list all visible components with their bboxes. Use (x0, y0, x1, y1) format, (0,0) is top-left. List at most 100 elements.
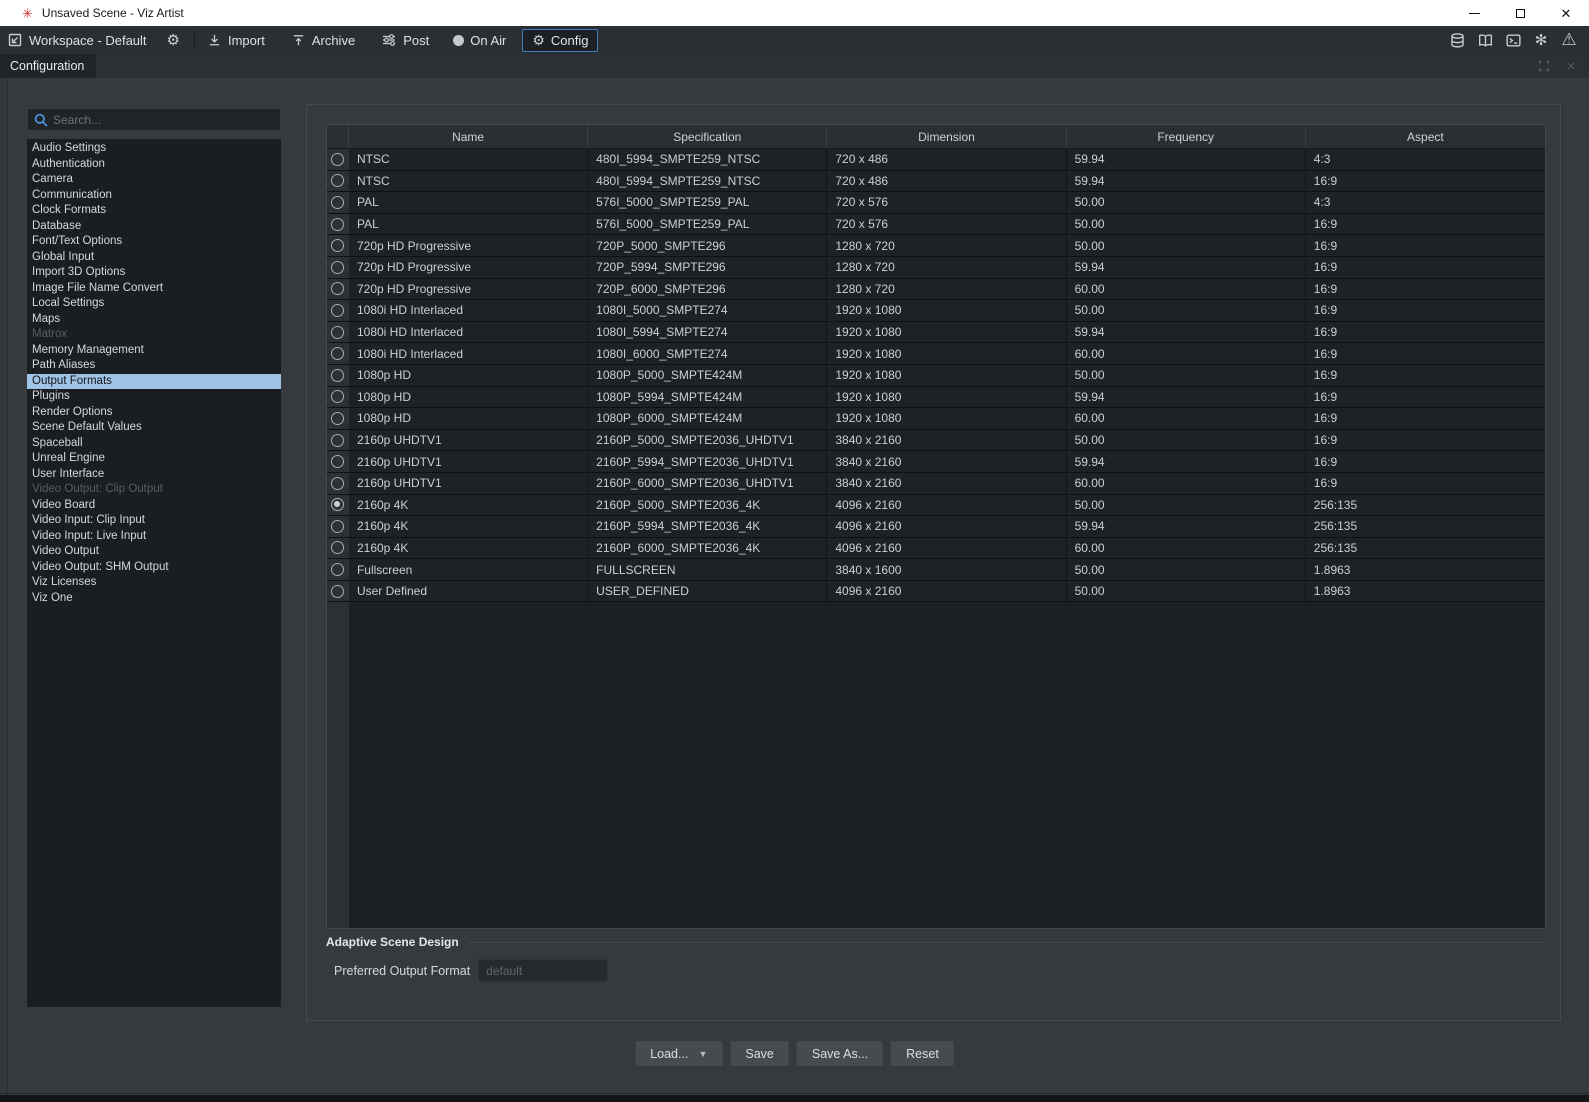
column-header-specification[interactable]: Specification (588, 125, 827, 148)
sidebar-item-path-aliases[interactable]: Path Aliases (27, 358, 281, 374)
table-row[interactable]: PAL576I_5000_SMPTE259_PAL720 x 57650.004… (327, 192, 1545, 214)
sidebar-item-camera[interactable]: Camera (27, 172, 281, 188)
table-row[interactable]: 2160p UHDTV12160P_6000_SMPTE2036_UHDTV13… (327, 473, 1545, 495)
table-row[interactable]: 2160p UHDTV12160P_5000_SMPTE2036_UHDTV13… (327, 430, 1545, 452)
table-row[interactable]: FullscreenFULLSCREEN3840 x 160050.001.89… (327, 559, 1545, 581)
table-row[interactable]: 720p HD Progressive720P_5000_SMPTE296128… (327, 235, 1545, 257)
format-radio[interactable] (331, 585, 344, 598)
column-header-frequency[interactable]: Frequency (1067, 125, 1306, 148)
sidebar-item-memory-management[interactable]: Memory Management (27, 343, 281, 359)
book-icon[interactable] (1475, 30, 1495, 50)
table-row[interactable]: 720p HD Progressive720P_6000_SMPTE296128… (327, 279, 1545, 301)
format-radio[interactable] (331, 282, 344, 295)
sidebar-item-import-3d-options[interactable]: Import 3D Options (27, 265, 281, 281)
sidebar-item-video-input-clip-input[interactable]: Video Input: Clip Input (27, 513, 281, 529)
format-radio[interactable] (331, 261, 344, 274)
sidebar-item-image-file-name-convert[interactable]: Image File Name Convert (27, 281, 281, 297)
format-radio[interactable] (331, 239, 344, 252)
sidebar-item-viz-one[interactable]: Viz One (27, 591, 281, 607)
table-row[interactable]: NTSC480I_5994_SMPTE259_NTSC720 x 48659.9… (327, 149, 1545, 171)
table-row[interactable]: 1080i HD Interlaced1080I_5000_SMPTE27419… (327, 300, 1545, 322)
sidebar-item-video-output[interactable]: Video Output (27, 544, 281, 560)
format-radio[interactable] (331, 153, 344, 166)
table-row[interactable]: 2160p 4K2160P_5000_SMPTE2036_4K4096 x 21… (327, 495, 1545, 517)
format-radio[interactable] (331, 369, 344, 382)
format-radio[interactable] (331, 326, 344, 339)
format-radio[interactable] (331, 520, 344, 533)
left-splitter[interactable] (0, 78, 8, 1095)
load-button[interactable]: Load... ▼ (635, 1041, 722, 1066)
table-row[interactable]: NTSC480I_5994_SMPTE259_NTSC720 x 48659.9… (327, 171, 1545, 193)
sidebar-item-video-input-live-input[interactable]: Video Input: Live Input (27, 529, 281, 545)
sidebar-item-user-interface[interactable]: User Interface (27, 467, 281, 483)
database-icon[interactable] (1447, 30, 1467, 50)
format-radio[interactable] (331, 196, 344, 209)
table-row[interactable]: 1080i HD Interlaced1080I_6000_SMPTE27419… (327, 343, 1545, 365)
tab-configuration[interactable]: Configuration (0, 54, 96, 78)
maximize-button[interactable] (1497, 0, 1543, 26)
close-tab-icon[interactable]: × (1563, 58, 1579, 74)
import-button[interactable]: Import (207, 33, 265, 48)
sidebar-item-local-settings[interactable]: Local Settings (27, 296, 281, 312)
format-radio[interactable] (331, 412, 344, 425)
onair-button[interactable]: On Air (453, 33, 506, 48)
format-radio[interactable] (331, 218, 344, 231)
table-row[interactable]: 2160p 4K2160P_6000_SMPTE2036_4K4096 x 21… (327, 538, 1545, 560)
sidebar-item-unreal-engine[interactable]: Unreal Engine (27, 451, 281, 467)
minimize-button[interactable] (1451, 0, 1497, 26)
table-row[interactable]: PAL576I_5000_SMPTE259_PAL720 x 57650.001… (327, 214, 1545, 236)
column-header-aspect[interactable]: Aspect (1306, 125, 1545, 148)
sidebar-item-clock-formats[interactable]: Clock Formats (27, 203, 281, 219)
sidebar-item-font-text-options[interactable]: Font/Text Options (27, 234, 281, 250)
warning-icon[interactable]: ⚠ (1559, 30, 1579, 50)
preferred-output-format-input[interactable]: default (478, 959, 608, 982)
config-button[interactable]: ⚙ Config (522, 29, 598, 52)
table-row[interactable]: 1080p HD1080P_5000_SMPTE424M1920 x 10805… (327, 365, 1545, 387)
post-button[interactable]: Post (381, 32, 429, 48)
format-radio[interactable] (331, 347, 344, 360)
close-button[interactable]: ✕ (1543, 0, 1589, 26)
column-header-dimension[interactable]: Dimension (827, 125, 1066, 148)
sidebar-item-database[interactable]: Database (27, 219, 281, 235)
fan-icon[interactable]: ✻ (1531, 30, 1551, 50)
sidebar-item-spaceball[interactable]: Spaceball (27, 436, 281, 452)
sidebar-item-video-board[interactable]: Video Board (27, 498, 281, 514)
format-radio[interactable] (331, 541, 344, 554)
table-row[interactable]: 2160p UHDTV12160P_5994_SMPTE2036_UHDTV13… (327, 451, 1545, 473)
workspace-settings-button[interactable]: ⚙ (167, 32, 180, 49)
sidebar-item-viz-licenses[interactable]: Viz Licenses (27, 575, 281, 591)
search-input[interactable] (53, 113, 263, 127)
format-radio[interactable] (331, 390, 344, 403)
format-radio[interactable] (331, 434, 344, 447)
sidebar-item-plugins[interactable]: Plugins (27, 389, 281, 405)
sidebar-item-output-formats[interactable]: Output Formats (27, 374, 281, 390)
table-row[interactable]: 1080p HD1080P_5994_SMPTE424M1920 x 10805… (327, 387, 1545, 409)
format-radio[interactable] (331, 455, 344, 468)
save-button[interactable]: Save (730, 1041, 789, 1066)
reset-button[interactable]: Reset (891, 1041, 954, 1066)
console-icon[interactable] (1503, 30, 1523, 50)
column-header-name[interactable]: Name (349, 125, 588, 148)
sidebar-item-video-output-shm-output[interactable]: Video Output: SHM Output (27, 560, 281, 576)
table-row[interactable]: 720p HD Progressive720P_5994_SMPTE296128… (327, 257, 1545, 279)
sidebar-item-communication[interactable]: Communication (27, 188, 281, 204)
sidebar-item-audio-settings[interactable]: Audio Settings (27, 141, 281, 157)
save-as-button[interactable]: Save As... (797, 1041, 883, 1066)
sidebar-item-authentication[interactable]: Authentication (27, 157, 281, 173)
sidebar-item-render-options[interactable]: Render Options (27, 405, 281, 421)
table-row[interactable]: 1080p HD1080P_6000_SMPTE424M1920 x 10806… (327, 408, 1545, 430)
table-row[interactable]: User DefinedUSER_DEFINED4096 x 216050.00… (327, 581, 1545, 603)
archive-button[interactable]: Archive (291, 33, 355, 48)
format-radio[interactable] (331, 563, 344, 576)
format-radio[interactable] (331, 477, 344, 490)
sidebar-item-maps[interactable]: Maps (27, 312, 281, 328)
sidebar-item-scene-default-values[interactable]: Scene Default Values (27, 420, 281, 436)
sidebar-item-global-input[interactable]: Global Input (27, 250, 281, 266)
expand-icon[interactable] (1536, 58, 1552, 74)
format-radio[interactable] (331, 174, 344, 187)
table-row[interactable]: 2160p 4K2160P_5994_SMPTE2036_4K4096 x 21… (327, 516, 1545, 538)
workspace-button[interactable]: Workspace - Default (7, 32, 147, 48)
format-radio[interactable] (331, 304, 344, 317)
format-radio[interactable] (331, 498, 344, 511)
table-row[interactable]: 1080i HD Interlaced1080I_5994_SMPTE27419… (327, 322, 1545, 344)
